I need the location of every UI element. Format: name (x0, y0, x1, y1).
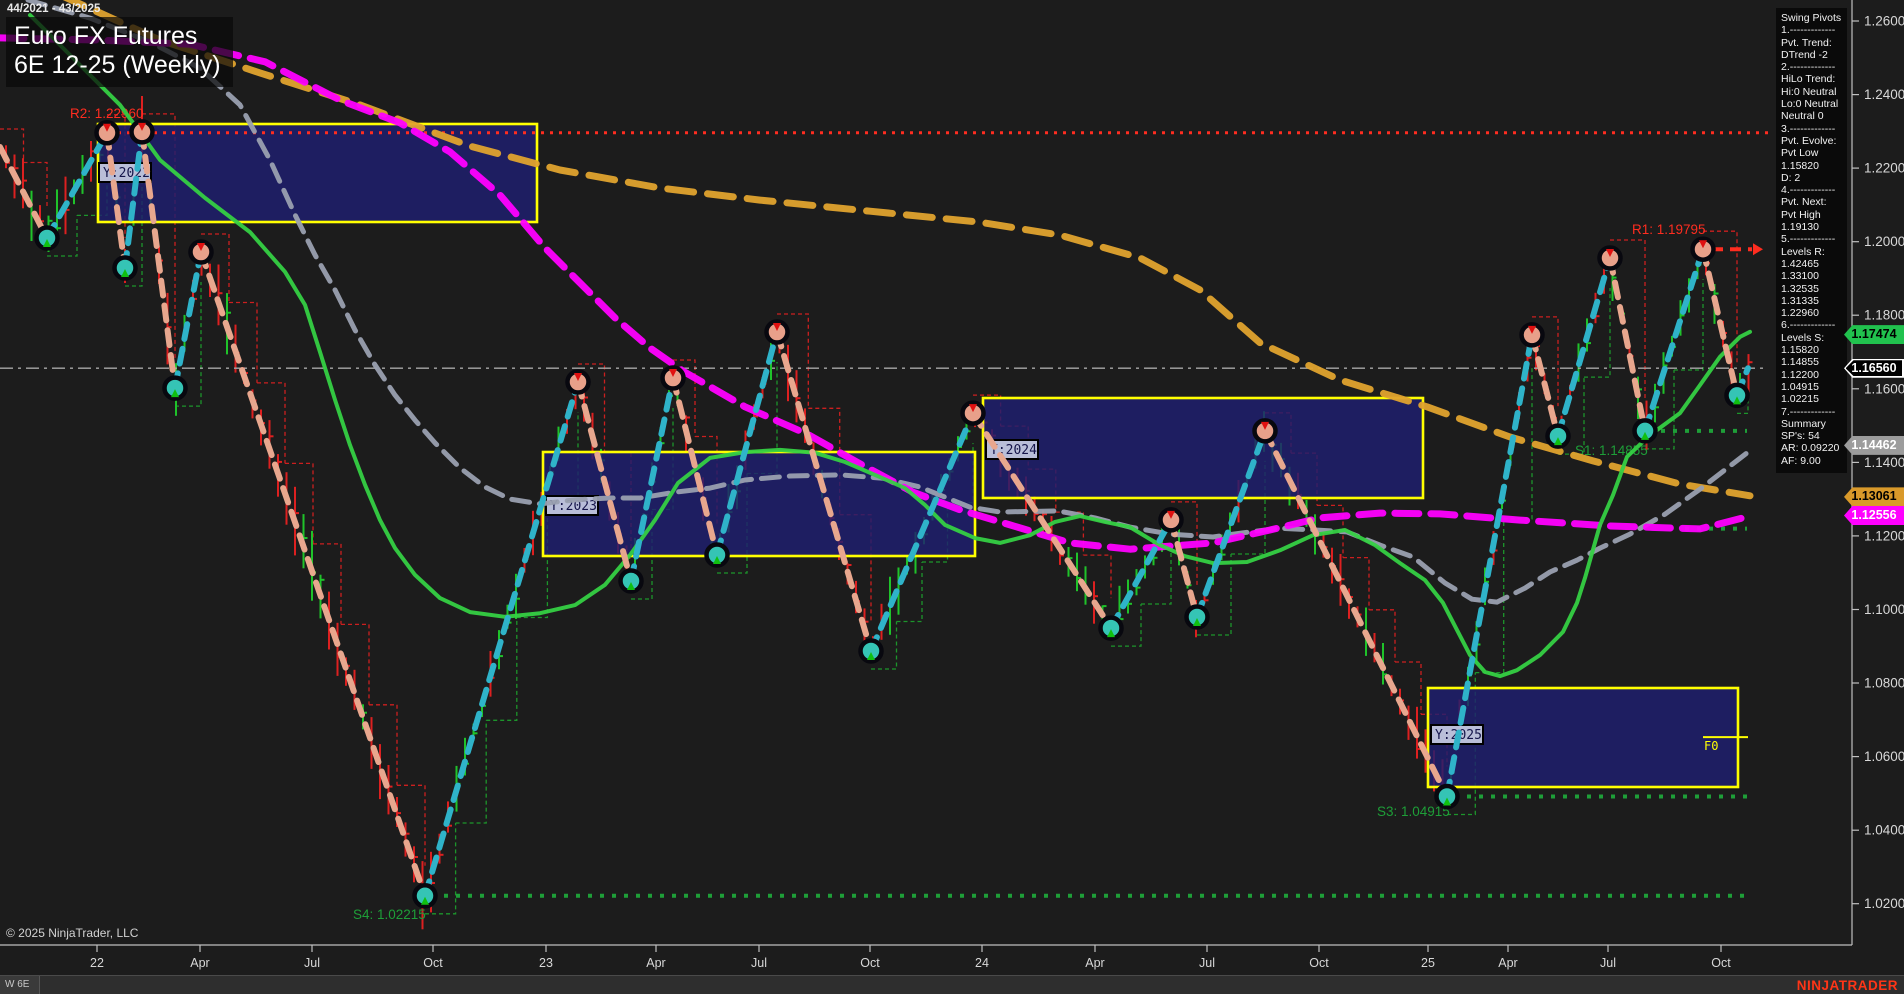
price-tick-label: 1.10000 (1864, 602, 1904, 617)
time-tick-label: Oct (1309, 956, 1329, 970)
time-tick-label: 22 (90, 956, 104, 970)
time-tick-label: 25 (1421, 956, 1435, 970)
time-tick-label: Apr (190, 956, 209, 970)
price-tick-label: 1.24000 (1864, 87, 1904, 102)
price-tick-label: 1.18000 (1864, 308, 1904, 323)
price-tag: 1.13061 (1844, 487, 1904, 507)
price-tick-label: 1.12000 (1864, 528, 1904, 543)
price-tick-label: 1.04000 (1864, 823, 1904, 838)
year-box (981, 396, 1425, 500)
time-tick-label: Apr (646, 956, 665, 970)
price-tag: 1.17474 (1844, 325, 1904, 345)
time-tick-label: Jul (304, 956, 320, 970)
price-tick-label: 1.06000 (1864, 749, 1904, 764)
ma-magenta (0, 34, 1754, 553)
time-tick-label: Apr (1085, 956, 1104, 970)
time-tick-label: Jul (1199, 956, 1215, 970)
time-tick-label: 23 (539, 956, 553, 970)
price-tick-label: 1.26000 (1864, 14, 1904, 29)
price-tick-label: 1.02000 (1864, 896, 1904, 911)
time-tick-label: Oct (423, 956, 443, 970)
price-tag: 1.14462 (1844, 435, 1904, 455)
price-tag: 1.12556 (1844, 506, 1904, 525)
level-label-r1: R1: 1.19795 (1632, 222, 1706, 237)
chart-window: Y:2022Y:2023Y:2024Y:2025F0 R2: 1.22960 R1:… (0, 0, 1904, 994)
price-chart-canvas[interactable]: Y:2022Y:2023Y:2024Y:2025F0 R2: 1.22960 R1:… (0, 0, 1904, 975)
price-tick-label: 1.14000 (1864, 455, 1904, 470)
level-label-s4: S4: 1.02215 (353, 907, 426, 922)
copyright-label: © 2025 NinjaTrader, LLC (6, 926, 139, 940)
date-range-label: 44/2021 - 43/2025 (7, 3, 101, 15)
time-tick-label: Jul (1600, 956, 1616, 970)
price-tick-label: 1.16000 (1864, 381, 1904, 396)
price-tick-label: 1.08000 (1864, 676, 1904, 691)
price-tick-label: 1.22000 (1864, 161, 1904, 176)
time-tick-label: Oct (1711, 956, 1731, 970)
chart-title: Euro FX Futures 6E 12-25 (Weekly) (6, 17, 233, 87)
tab-w6e[interactable]: W 6E (0, 976, 41, 994)
level-label-r2: R2: 1.22960 (70, 106, 144, 121)
time-tick-label: 24 (975, 956, 989, 970)
time-tick-label: Oct (860, 956, 880, 970)
price-tick-label: 1.20000 (1864, 234, 1904, 249)
time-tick-label: Jul (751, 956, 767, 970)
chart-title-line2: 6E 12-25 (Weekly) (14, 51, 221, 79)
tab-strip: W 6E NINJATRADER (0, 975, 1904, 994)
swing-pivots-panel: Swing Pivots 1.------------- Pvt. Trend:… (1776, 8, 1847, 473)
time-tick-label: Apr (1498, 956, 1517, 970)
ninjatrader-logo: NINJATRADER (1796, 978, 1898, 993)
f0-label: F0 (1704, 739, 1718, 753)
price-tag: 1.16560 (1844, 358, 1904, 378)
year-range-boxes: Y:2022Y:2023Y:2024Y:2025 (96, 122, 1740, 789)
chart-title-line1: Euro FX Futures (14, 22, 198, 50)
